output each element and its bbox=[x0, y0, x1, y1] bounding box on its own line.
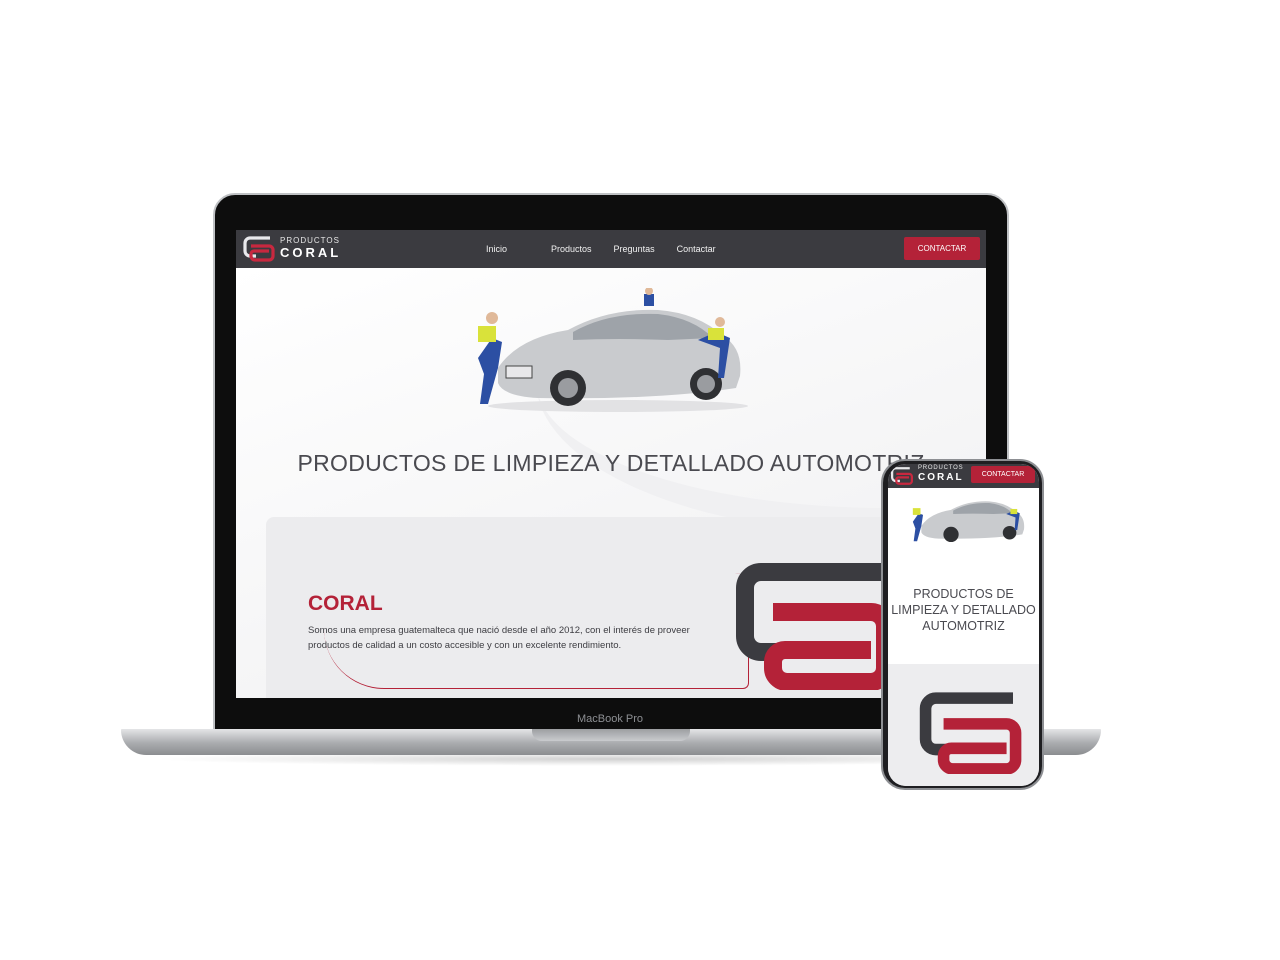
phone-navbar: PRODUCTOS CORAL CONTACTAR bbox=[888, 464, 1039, 488]
about-description: Somos una empresa guatemalteca que nació… bbox=[308, 625, 690, 651]
nav-menu: Inicio Productos Preguntas Contactar bbox=[486, 230, 738, 268]
logo-subtitle: PRODUCTOS bbox=[280, 236, 340, 245]
coral-logo-mark-icon bbox=[243, 236, 275, 262]
phone-logo-title: CORAL bbox=[918, 472, 964, 483]
car-detailing-hero-image bbox=[478, 288, 748, 412]
phone-hero-title: PRODUCTOS DE LIMPIEZA Y DETALLADO AUTOMO… bbox=[891, 587, 1036, 633]
laptop-brand-label: MacBook Pro bbox=[576, 713, 644, 725]
site-logo[interactable]: PRODUCTOS CORAL bbox=[242, 235, 342, 263]
phone-contact-button[interactable]: CONTACTAR bbox=[971, 466, 1035, 483]
laptop-notch bbox=[532, 729, 690, 741]
phone-car-detailing-image bbox=[912, 501, 1025, 543]
nav-link-preguntas[interactable]: Preguntas bbox=[614, 244, 655, 254]
logo-title: CORAL bbox=[280, 245, 342, 260]
contact-button[interactable]: CONTACTAR bbox=[904, 237, 980, 260]
phone-screen: PRODUCTOS CORAL CONTACTAR PRODUCTOS DE L… bbox=[888, 464, 1039, 786]
phone-logo-subtitle: PRODUCTOS bbox=[918, 465, 964, 471]
laptop-screen: PRODUCTOS CORAL Inicio Productos Pregunt… bbox=[236, 230, 986, 698]
about-title: CORAL bbox=[308, 592, 383, 615]
nav-link-contactar[interactable]: Contactar bbox=[677, 244, 716, 254]
phone-site-logo[interactable]: PRODUCTOS CORAL bbox=[890, 465, 970, 487]
navbar: PRODUCTOS CORAL Inicio Productos Pregunt… bbox=[236, 230, 986, 268]
nav-link-inicio[interactable]: Inicio bbox=[486, 244, 507, 254]
hero-title: PRODUCTOS DE LIMPIEZA Y DETALLADO AUTOMO… bbox=[297, 450, 925, 476]
coral-logo-mark-icon bbox=[890, 467, 914, 485]
coral-logo-large-icon bbox=[736, 563, 891, 690]
nav-link-productos[interactable]: Productos bbox=[551, 244, 592, 254]
phone-coral-logo-large-icon bbox=[919, 692, 1022, 774]
